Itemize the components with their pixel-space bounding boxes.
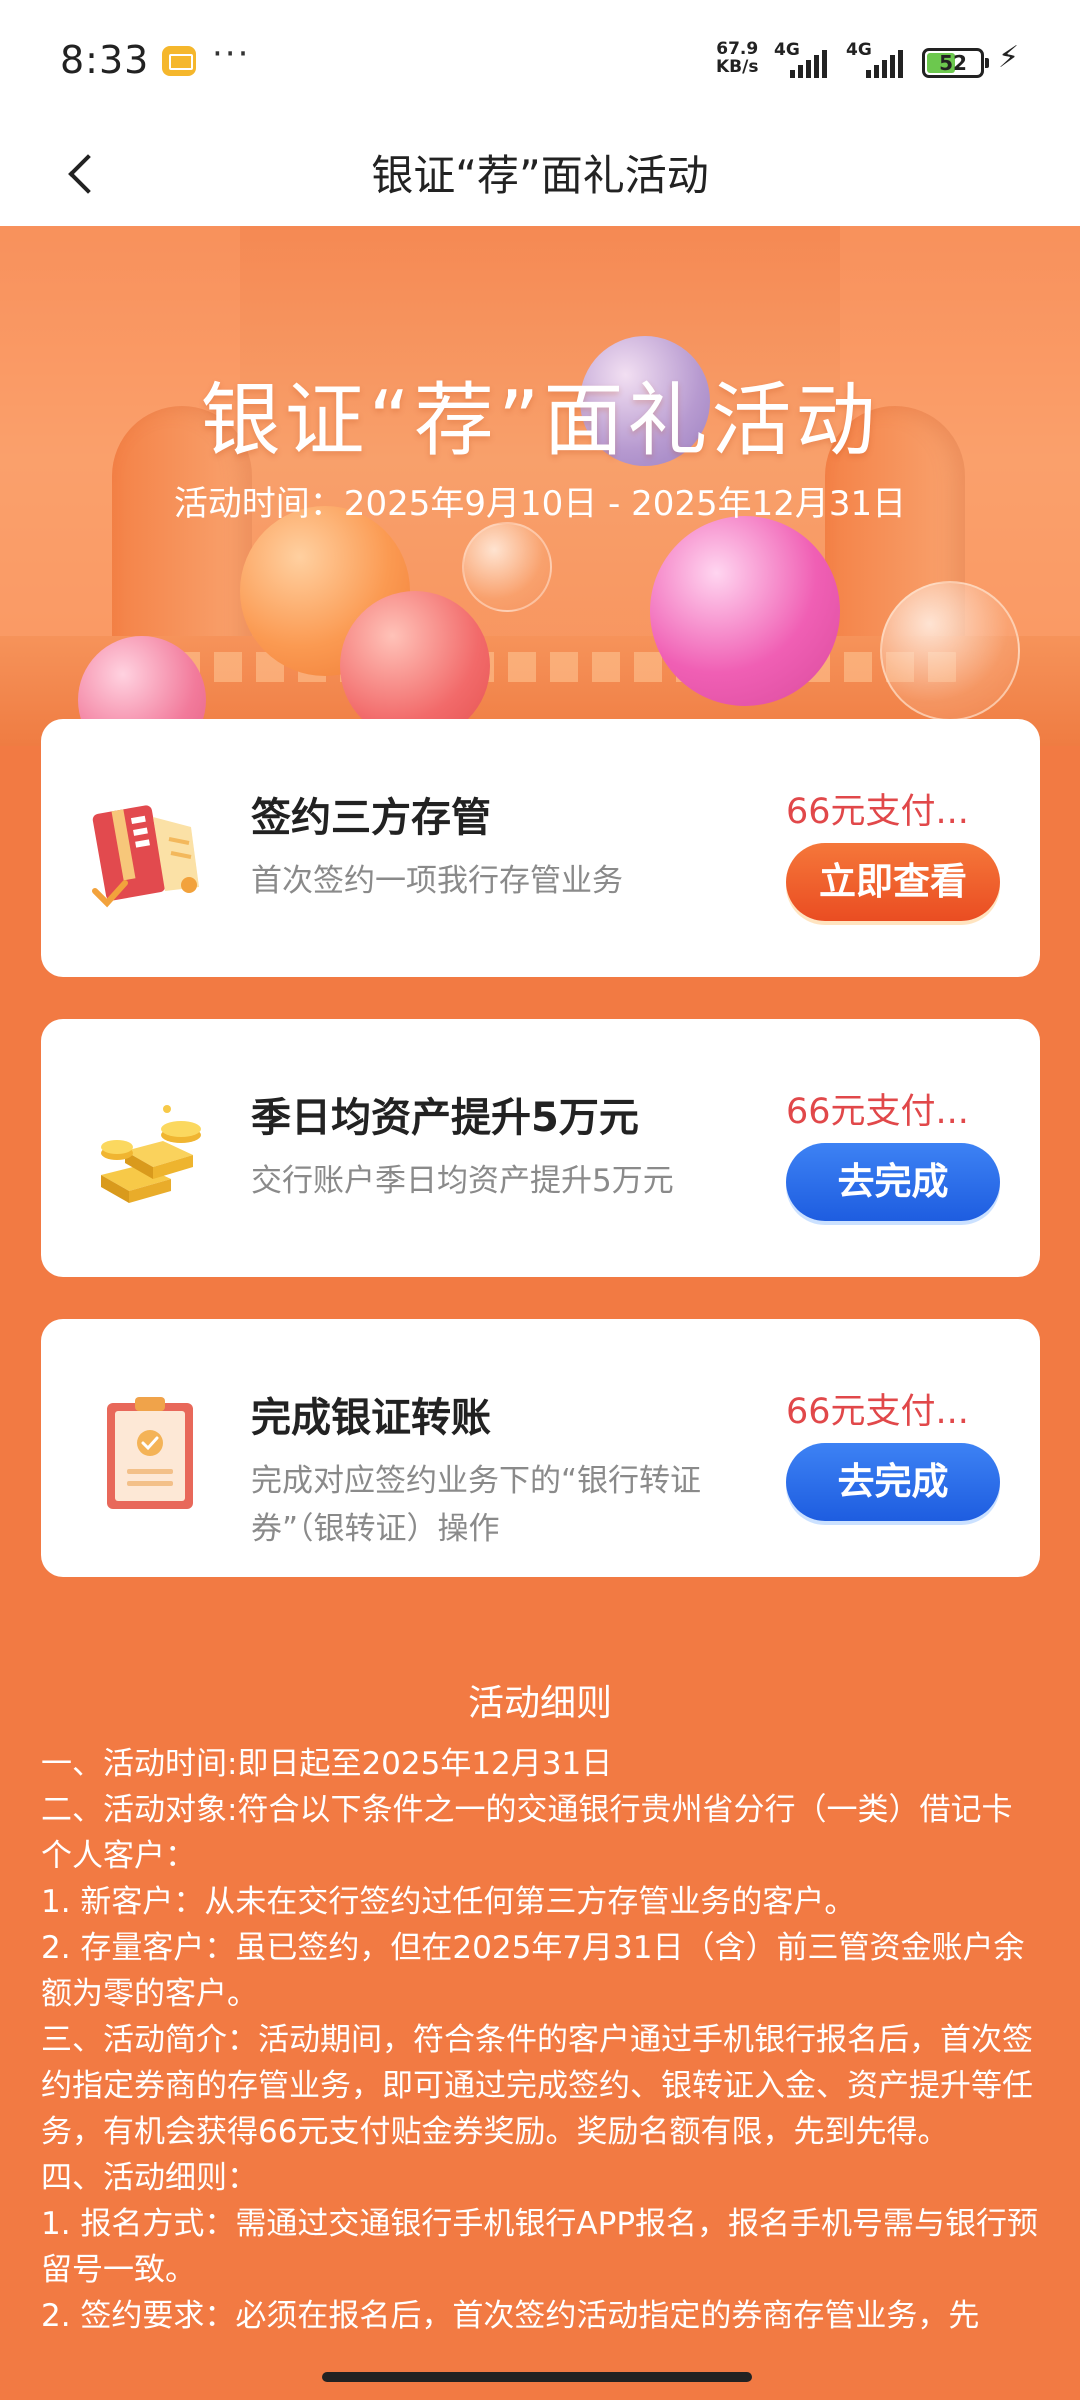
- task-card-bank-transfer: 完成银证转账 完成对应签约业务下的“银行转证券”（银转证）操作 66元支付...…: [41, 1319, 1040, 1577]
- rules-line: 三、活动简介：活动期间，符合条件的客户通过手机银行报名后，首次签约指定券商的存管…: [41, 2022, 1033, 2150]
- task-card-asset-increase: 季日均资产提升5万元 交行账户季日均资产提升5万元 66元支付... 去完成: [41, 1019, 1040, 1277]
- view-now-button[interactable]: 立即查看: [786, 843, 1000, 921]
- network-speed-value: 67.9: [716, 39, 759, 59]
- rules-line: 2. 签约要求：必须在报名后，首次签约活动指定的券商存管业务，先: [41, 2298, 980, 2334]
- task-reward: 66元支付...: [786, 1092, 969, 1132]
- status-time: 8:33: [60, 38, 150, 82]
- task-title: 签约三方存管: [251, 795, 491, 841]
- rules-line: 四、活动细则：: [41, 2160, 258, 2196]
- more-notifications-icon: ···: [212, 34, 251, 74]
- task-reward: 66元支付...: [786, 1392, 969, 1432]
- task-description: 交行账户季日均资产提升5万元: [251, 1163, 674, 1199]
- activity-period: 活动时间：2025年9月10日 - 2025年12月31日: [173, 484, 907, 524]
- rules-line: 1. 报名方式：需通过交通银行手机银行APP报名，报名手机号需与银行预留号一致。: [41, 2206, 1039, 2288]
- charging-icon: ⚡: [998, 40, 1020, 75]
- task-reward: 66元支付...: [786, 792, 969, 832]
- rules-line: 一、活动时间:即日起至2025年12月31日: [41, 1746, 613, 1782]
- home-indicator[interactable]: [322, 2372, 752, 2382]
- rules-heading: 活动细则: [467, 1683, 612, 1724]
- task-title: 季日均资产提升5万元: [251, 1095, 639, 1141]
- rules-line: 二、活动对象:符合以下条件之一的交通银行贵州省分行（一类）借记卡个人客户：: [41, 1792, 1013, 1874]
- complete-button[interactable]: 去完成: [786, 1443, 1000, 1521]
- signal-strength-2-icon: [866, 50, 903, 78]
- decor-ball: [650, 516, 840, 706]
- task-card-sign-custody: 签约三方存管 首次签约一项我行存管业务 66元支付... 立即查看: [41, 719, 1040, 977]
- task-description: 完成对应签约业务下的“银行转证券”（银转证）操作: [251, 1463, 702, 1547]
- page-title: 银证“荐”面礼活动: [371, 151, 709, 200]
- decor-ball: [462, 522, 552, 612]
- complete-button[interactable]: 去完成: [786, 1143, 1000, 1221]
- task-title: 完成银证转账: [251, 1395, 491, 1441]
- hero-title: 银证“荐”面礼活动: [200, 374, 880, 467]
- nav-bar: 银证“荐”面礼活动: [0, 120, 1080, 226]
- rules-line: 2. 存量客户：虽已签约，但在2025年7月31日（含）前三管资金账户余额为零的…: [41, 1930, 1025, 2012]
- network-speed: 67.9 KB/s: [716, 40, 758, 76]
- hero-banner: 银证“荐”面礼活动 活动时间：2025年9月10日 - 2025年12月31日: [0, 226, 1080, 746]
- task-description: 首次签约一项我行存管业务: [251, 863, 623, 899]
- clipboard-check-icon: [81, 1379, 221, 1519]
- card-sign-icon: [81, 779, 221, 919]
- status-bar: 8:33 ··· 67.9 KB/s 4G 4G 52 ⚡: [0, 0, 1080, 120]
- battery-level: 52: [939, 51, 967, 75]
- decor-ball: [880, 581, 1020, 721]
- gold-bars-icon: [81, 1079, 221, 1219]
- signal-strength-1-icon: [790, 50, 827, 78]
- mail-notification-icon: [162, 46, 196, 76]
- network-speed-unit: KB/s: [716, 57, 759, 77]
- rules-line: 1. 新客户：从未在交行签约过任何第三方存管业务的客户。: [41, 1884, 856, 1920]
- rules-body: 一、活动时间:即日起至2025年12月31日 二、活动对象:符合以下条件之一的交…: [41, 1741, 1041, 2339]
- battery-icon: 52: [922, 48, 989, 78]
